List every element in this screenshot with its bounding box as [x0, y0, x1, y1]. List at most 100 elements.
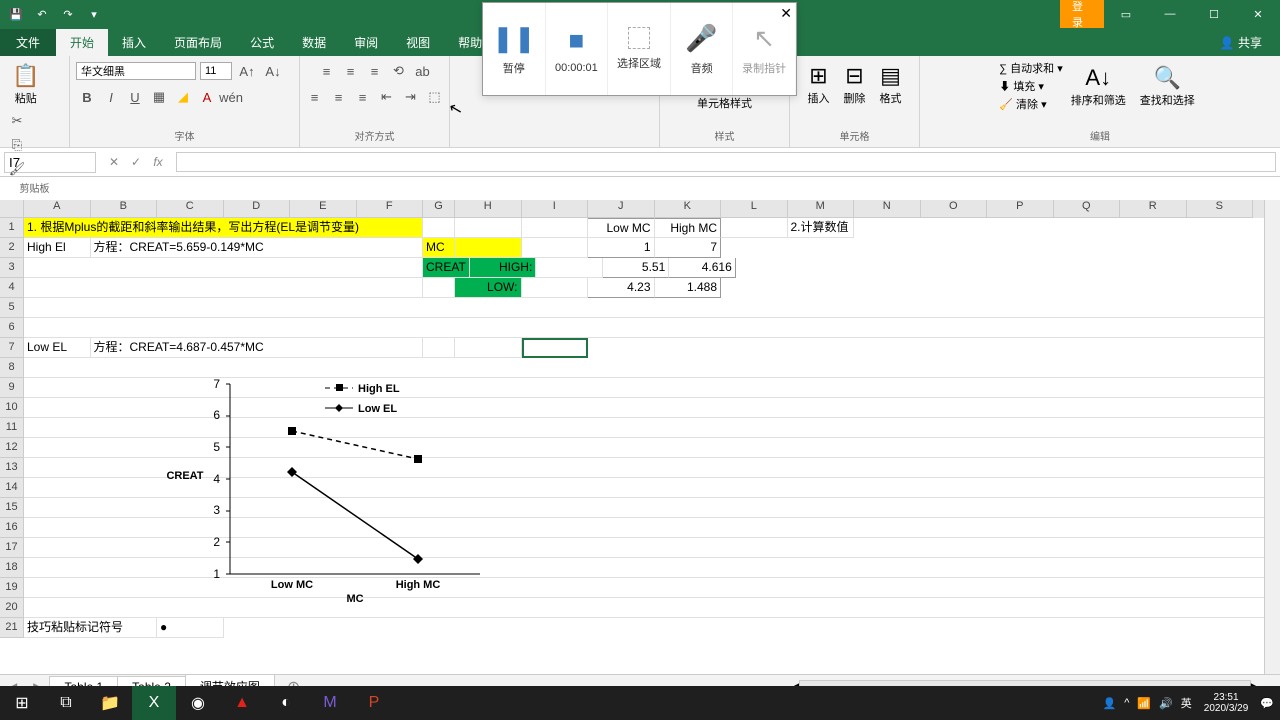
tray-clock[interactable]: 23:51 2020/3/29: [1200, 692, 1253, 714]
merge-icon[interactable]: ⬚: [424, 86, 446, 108]
cell[interactable]: [522, 218, 589, 238]
redo-icon[interactable]: ↷: [56, 2, 80, 26]
paste-button[interactable]: 📋 粘贴: [6, 60, 45, 108]
indent-dec-icon[interactable]: ⇤: [376, 86, 398, 108]
format-painter-icon[interactable]: 🖌: [6, 158, 28, 180]
mplus-icon[interactable]: M: [308, 686, 352, 720]
row-header[interactable]: 19: [0, 578, 24, 598]
cut-icon[interactable]: ✂: [6, 110, 28, 132]
worksheet-grid[interactable]: A B C D E F G H I J K L M N O P Q R S 12…: [0, 200, 1280, 674]
cell[interactable]: 4.616: [669, 258, 736, 278]
grow-font-icon[interactable]: A↑: [236, 60, 258, 82]
cell[interactable]: CREAT: [423, 258, 470, 278]
cell[interactable]: [721, 218, 788, 238]
cell[interactable]: MC: [423, 238, 455, 258]
cell-style-button[interactable]: 单元格样式: [697, 95, 752, 111]
row-header[interactable]: 1: [0, 218, 24, 238]
col-header[interactable]: H: [455, 200, 522, 218]
row-header[interactable]: 8: [0, 358, 24, 378]
col-header[interactable]: N: [854, 200, 921, 218]
cell[interactable]: [24, 318, 1280, 338]
tab-home[interactable]: 开始: [56, 29, 108, 56]
cell[interactable]: [423, 278, 455, 298]
align-top-icon[interactable]: ≡: [316, 60, 338, 82]
cell[interactable]: 1. 根据Mplus的截距和斜率输出结果，写出方程(EL是调节变量): [24, 218, 423, 238]
cell[interactable]: [24, 298, 1280, 318]
tab-file[interactable]: 文件: [0, 29, 56, 56]
row-header[interactable]: 2: [0, 238, 24, 258]
chart[interactable]: 1 2 3 4 5 6 7 Low MC High MC MC CREA: [160, 374, 510, 604]
cell[interactable]: [24, 278, 423, 298]
align-bot-icon[interactable]: ≡: [364, 60, 386, 82]
col-header[interactable]: O: [921, 200, 988, 218]
cancel-formula-icon[interactable]: ✕: [104, 155, 124, 169]
cell[interactable]: Low EL: [24, 338, 91, 358]
row-header[interactable]: 12: [0, 438, 24, 458]
maximize-icon[interactable]: ☐: [1192, 0, 1236, 28]
row-header[interactable]: 13: [0, 458, 24, 478]
cell[interactable]: 1: [588, 238, 655, 258]
bold-icon[interactable]: B: [76, 86, 98, 108]
autosum-button[interactable]: ∑ 自动求和 ▾: [999, 60, 1062, 76]
minimize-icon[interactable]: —: [1148, 0, 1192, 28]
align-mid-icon[interactable]: ≡: [340, 60, 362, 82]
tray-ime[interactable]: 英: [1181, 695, 1192, 711]
tray-sound-icon[interactable]: 🔊: [1159, 697, 1173, 710]
col-header[interactable]: F: [357, 200, 424, 218]
tab-layout[interactable]: 页面布局: [160, 29, 236, 56]
share-button[interactable]: 👤 共享: [1210, 29, 1272, 56]
explorer-icon[interactable]: 📁: [88, 686, 132, 720]
font-size[interactable]: [200, 62, 232, 80]
row-header[interactable]: 5: [0, 298, 24, 318]
indent-inc-icon[interactable]: ⇥: [400, 86, 422, 108]
sort-filter-button[interactable]: A↓排序和筛选: [1065, 62, 1132, 110]
border-icon[interactable]: ▦: [148, 86, 170, 108]
vert-scrollbar[interactable]: [1264, 200, 1280, 674]
col-header[interactable]: P: [987, 200, 1054, 218]
col-header[interactable]: S: [1187, 200, 1254, 218]
font-color-icon[interactable]: A: [196, 86, 218, 108]
tray-wifi-icon[interactable]: 📶: [1137, 697, 1151, 710]
formula-input[interactable]: [176, 152, 1276, 172]
wrap-text-icon[interactable]: ab: [412, 60, 434, 82]
cell[interactable]: High El: [24, 238, 91, 258]
format-cell-button[interactable]: ▤格式: [874, 60, 908, 108]
tab-data[interactable]: 数据: [288, 29, 340, 56]
col-header[interactable]: B: [91, 200, 158, 218]
col-header[interactable]: J: [588, 200, 655, 218]
cell[interactable]: 方程：CREAT=4.687-0.457*MC: [91, 338, 424, 358]
cell[interactable]: [423, 218, 455, 238]
row-header[interactable]: 3: [0, 258, 24, 278]
cell[interactable]: [24, 258, 423, 278]
row-header[interactable]: 14: [0, 478, 24, 498]
col-header[interactable]: A: [24, 200, 91, 218]
row-header[interactable]: 17: [0, 538, 24, 558]
taskview-icon[interactable]: ⧉: [44, 686, 88, 720]
pdf-icon[interactable]: ▲: [220, 686, 264, 720]
cell[interactable]: [455, 238, 522, 258]
cell[interactable]: [455, 338, 522, 358]
chrome-icon[interactable]: ◉: [176, 686, 220, 720]
excel-icon[interactable]: X: [132, 686, 176, 720]
col-header[interactable]: G: [423, 200, 455, 218]
find-select-button[interactable]: 🔍查找和选择: [1134, 62, 1201, 110]
cell[interactable]: [536, 258, 603, 278]
cell[interactable]: Low MC: [588, 218, 655, 238]
cell[interactable]: 5.51: [603, 258, 670, 278]
tab-review[interactable]: 审阅: [340, 29, 392, 56]
cell[interactable]: [522, 278, 589, 298]
row-header[interactable]: 21: [0, 618, 24, 638]
row-header[interactable]: 18: [0, 558, 24, 578]
close-icon[interactable]: ✕: [1236, 0, 1280, 28]
cell[interactable]: 方程：CREAT=5.659-0.149*MC: [91, 238, 424, 258]
row-header[interactable]: 11: [0, 418, 24, 438]
undo-icon[interactable]: ↶: [30, 2, 54, 26]
col-header[interactable]: E: [290, 200, 357, 218]
shrink-font-icon[interactable]: A↓: [262, 60, 284, 82]
enter-formula-icon[interactable]: ✓: [126, 155, 146, 169]
start-icon[interactable]: ⊞: [0, 686, 44, 720]
phonetic-icon[interactable]: wén: [220, 86, 242, 108]
fx-icon[interactable]: fx: [148, 155, 168, 169]
ribbon-options-icon[interactable]: ▭: [1104, 0, 1148, 28]
app-icon[interactable]: ◐: [264, 686, 308, 720]
